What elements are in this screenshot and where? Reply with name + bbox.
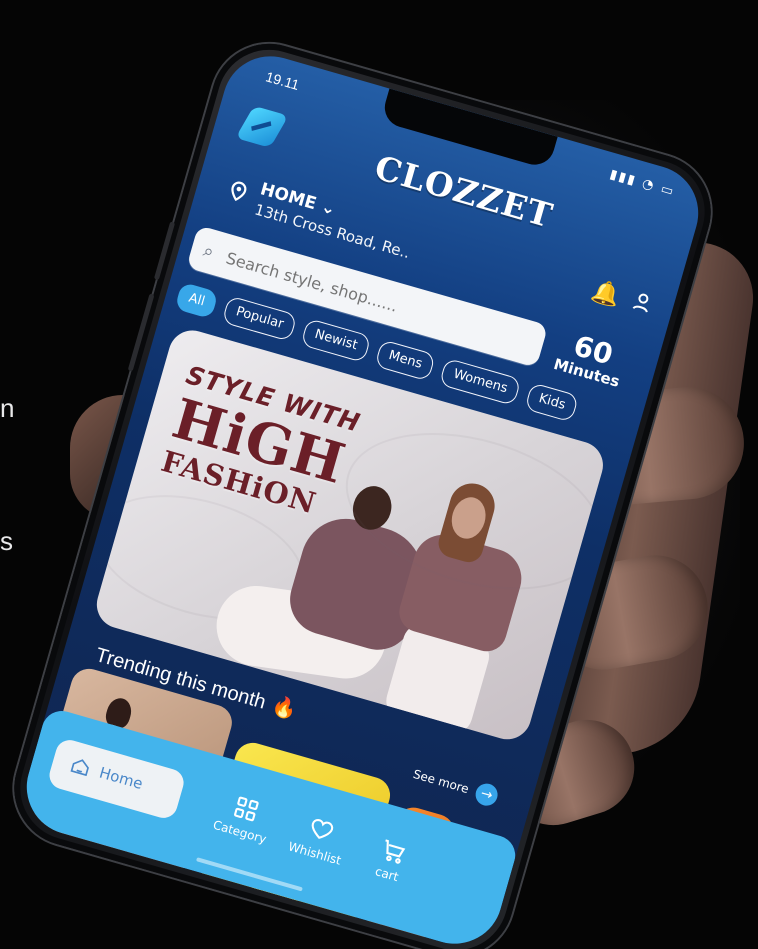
location-pin-icon [231, 181, 247, 202]
status-icons: ▮▮▮ ◔ ▭ [608, 167, 677, 200]
filter-chip-womens[interactable]: Womens [439, 357, 522, 407]
filter-chip-all[interactable]: All [174, 281, 219, 320]
chevron-down-icon: ⌄ [318, 196, 338, 220]
heart-icon [311, 819, 334, 839]
cart-icon [385, 839, 406, 864]
grid-icon [234, 796, 259, 822]
battery-icon: ▭ [658, 181, 677, 200]
delivery-eta: 60 Minutes [542, 325, 639, 393]
nav-cart[interactable]: cart [352, 828, 430, 890]
search-icon: ⌕ [200, 239, 217, 263]
nav-home[interactable]: Home [46, 736, 187, 822]
filter-chip-mens[interactable]: Mens [374, 339, 437, 382]
notification-bell-icon[interactable]: 🔔 [589, 277, 624, 311]
nav-cart-label: cart [373, 864, 401, 885]
status-time: 19.11 [263, 68, 302, 94]
nav-home-label: Home [97, 763, 145, 793]
background-text-fragment-1: n [0, 393, 15, 423]
filter-chip-popular[interactable]: Popular [221, 295, 298, 342]
signal-icon: ▮▮▮ [607, 166, 639, 189]
fire-icon: 🔥 [269, 694, 300, 723]
nav-wishlist-label: Whishlist [286, 839, 343, 868]
wifi-icon: ◔ [640, 176, 658, 195]
nav-category-label: Category [211, 817, 269, 847]
background-text-fragment-2: s [0, 526, 13, 556]
filter-chip-newist[interactable]: Newist [300, 317, 372, 364]
hero-model-2-hair [435, 478, 500, 566]
hero-model-2-head [447, 493, 491, 543]
scene: n s 19.11 ▮▮▮ ◔ ▭ CLOZZET HOME ⌄ 13th Cr… [0, 0, 758, 949]
filter-chip-kids[interactable]: Kids [524, 382, 580, 423]
nav-category[interactable]: Category [205, 786, 283, 848]
profile-icon[interactable] [627, 288, 657, 318]
nav-wishlist[interactable]: Whishlist [280, 808, 358, 870]
brand-logo-icon [235, 105, 289, 148]
home-icon [70, 759, 89, 777]
